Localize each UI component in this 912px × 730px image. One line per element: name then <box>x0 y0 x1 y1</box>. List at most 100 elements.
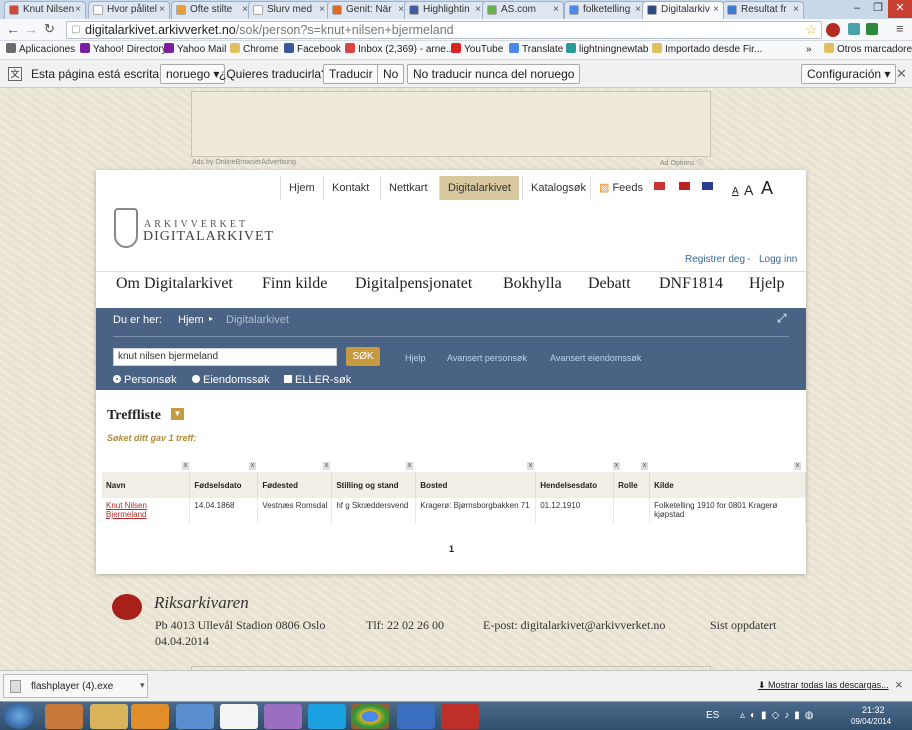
taskbar-app-icon[interactable] <box>176 704 214 729</box>
remove-column-icon[interactable]: x <box>323 462 330 470</box>
breadcrumb-home[interactable]: Hjem <box>178 314 204 326</box>
main-nav-item[interactable]: Finn kilde <box>262 275 327 293</box>
column-header[interactable]: Bosted <box>415 472 537 498</box>
no-translate-button[interactable]: No <box>377 64 405 84</box>
top-nav-kontakt[interactable]: Kontakt <box>323 176 377 200</box>
font-size-medium[interactable]: A <box>744 182 753 198</box>
document-icon[interactable] <box>220 704 258 729</box>
ad-options[interactable]: Ad Options ⓘ <box>660 158 704 168</box>
browser-tab[interactable]: Highlightin × <box>404 1 486 19</box>
uk-flag-icon[interactable] <box>702 182 713 190</box>
close-tab-icon[interactable]: × <box>475 2 481 18</box>
menu-icon[interactable]: ≡ <box>896 21 904 36</box>
translate-button[interactable]: Traducir <box>323 64 379 84</box>
taskbar-app-icon[interactable] <box>441 704 479 729</box>
top-nav-nettkart[interactable]: Nettkart <box>380 176 436 200</box>
main-nav-item[interactable]: DNF1814 <box>659 275 723 293</box>
remove-column-icon[interactable]: x <box>527 462 534 470</box>
collapse-icon[interactable]: ▼ <box>171 408 184 420</box>
extension-icon[interactable] <box>826 23 840 37</box>
column-header[interactable]: Fødested <box>257 472 333 498</box>
main-nav-item[interactable]: Bokhylla <box>503 275 562 293</box>
help-link[interactable]: Hjelp <box>405 353 426 363</box>
reload-icon[interactable]: ↻ <box>44 21 55 37</box>
show-all-downloads[interactable]: ⬇ Mostrar todas las descargas... <box>758 680 889 691</box>
bookmark-item[interactable]: Yahoo! Directory <box>80 41 167 59</box>
norway-flag-icon[interactable] <box>654 182 665 190</box>
bookmark-item[interactable]: Translate <box>509 41 563 59</box>
radio-personsok[interactable]: Personsøk <box>113 374 177 386</box>
remove-column-icon[interactable]: x <box>613 462 620 470</box>
browser-tab[interactable]: Digitalarkiv × <box>642 1 724 19</box>
language-select[interactable]: noruego ▾ <box>160 64 226 84</box>
close-tab-icon[interactable]: × <box>75 2 81 18</box>
remove-column-icon[interactable]: x <box>406 462 413 470</box>
footer-email[interactable]: E-post: digitalarkivet@arkivverket.no <box>483 618 665 633</box>
extension-icon[interactable] <box>866 23 878 35</box>
advanced-property-search-link[interactable]: Avansert eiendomssøk <box>550 353 641 363</box>
login-link[interactable]: Logg inn <box>759 254 797 265</box>
bookmark-item[interactable]: lightningnewtab <box>566 41 649 59</box>
taskbar-app-icon[interactable] <box>264 704 302 729</box>
expand-icon[interactable]: ⤢ <box>777 311 787 326</box>
column-header[interactable]: Hendelsesdato <box>535 472 615 498</box>
search-button[interactable]: SØK <box>346 347 380 366</box>
browser-tab[interactable]: Ofte stilte × <box>171 1 253 19</box>
search-input[interactable]: knut nilsen bjermeland <box>113 348 337 366</box>
top-nav-feeds[interactable]: ▧ Feeds <box>590 176 651 200</box>
forward-icon[interactable]: → <box>24 21 38 37</box>
cell-navn[interactable]: Knut Nilsen Bjermeland <box>102 498 191 524</box>
chrome-icon[interactable] <box>351 704 389 729</box>
radio-eiendomssok[interactable]: Eiendomssøk <box>192 374 270 386</box>
close-tab-icon[interactable]: × <box>159 2 165 18</box>
bookmark-item[interactable]: YouTube <box>451 41 503 59</box>
close-downloads-icon[interactable]: × <box>895 677 903 692</box>
taskbar-app-icon[interactable] <box>397 704 435 729</box>
browser-tab[interactable]: AS.com × <box>482 1 564 19</box>
language-indicator[interactable]: ES <box>706 710 719 721</box>
remove-column-icon[interactable]: x <box>641 462 648 470</box>
column-header[interactable]: Kilde <box>649 472 806 498</box>
browser-tab[interactable]: Knut Nilsen × <box>4 1 86 19</box>
top-nav-digitalarkivet[interactable]: Digitalarkivet <box>439 176 519 200</box>
taskbar-app-icon[interactable] <box>45 704 83 729</box>
bookmark-item[interactable]: » <box>806 41 812 59</box>
browser-tab[interactable]: Hvor pålitel × <box>88 1 170 19</box>
bookmark-item[interactable]: Facebook <box>284 41 341 59</box>
font-size-small[interactable]: A <box>732 186 739 197</box>
extension-icon[interactable] <box>848 23 860 35</box>
explorer-icon[interactable] <box>90 704 128 729</box>
main-nav-item[interactable]: Hjelp <box>749 275 785 293</box>
column-header[interactable]: Fødselsdato <box>189 472 259 498</box>
register-link[interactable]: Registrer deg <box>685 254 745 265</box>
bookmark-item[interactable]: Inbox (2,369) - arne.... <box>345 41 457 59</box>
download-item[interactable]: flashplayer (4).exe ▾ <box>3 674 148 698</box>
minimize-button[interactable]: – <box>846 0 868 18</box>
ad-banner[interactable] <box>191 91 711 157</box>
address-bar[interactable]: ▢ digitalarkivet.arkivverket.no/sok/pers… <box>66 21 822 39</box>
maximize-button[interactable]: ❐ <box>868 0 888 18</box>
browser-tab[interactable]: Genit: När × <box>327 1 409 19</box>
close-tab-icon[interactable]: × <box>635 2 641 18</box>
bookmark-item[interactable]: Chrome <box>230 41 279 59</box>
bookmark-item[interactable]: Aplicaciones <box>6 41 75 59</box>
main-nav-item[interactable]: Om Digitalarkivet <box>116 275 233 293</box>
browser-tab[interactable]: folketelling × <box>564 1 646 19</box>
translate-settings-button[interactable]: Configuración ▾ <box>801 64 897 84</box>
close-tab-icon[interactable]: × <box>793 2 799 18</box>
media-player-icon[interactable] <box>131 704 169 729</box>
close-tab-icon[interactable]: × <box>553 2 559 18</box>
never-translate-button[interactable]: No traducir nunca del noruego <box>407 64 581 84</box>
close-tab-icon[interactable]: × <box>319 2 325 18</box>
back-icon[interactable]: ← <box>6 21 20 37</box>
main-nav-item[interactable]: Debatt <box>588 275 631 293</box>
nynorsk-flag-icon[interactable] <box>679 182 690 190</box>
close-tab-icon[interactable]: × <box>713 2 719 18</box>
top-nav-katalogsøk[interactable]: Katalogsøk <box>522 176 594 200</box>
remove-column-icon[interactable]: x <box>182 462 189 470</box>
font-size-large[interactable]: A <box>761 178 773 199</box>
close-window-button[interactable]: ✕ <box>888 0 912 18</box>
bookmark-item[interactable]: Otros marcadores <box>824 41 912 59</box>
remove-column-icon[interactable]: x <box>794 462 801 470</box>
checkbox-eller-sok[interactable]: ELLER-søk <box>284 374 351 386</box>
